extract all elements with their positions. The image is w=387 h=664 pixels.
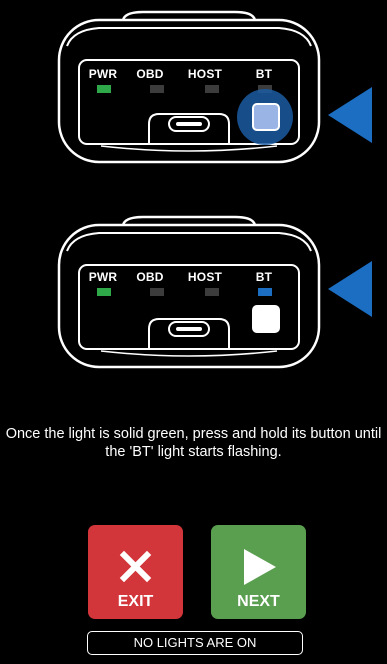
bt-led	[258, 85, 272, 93]
pointer-arrow-icon	[328, 261, 372, 317]
bt-led	[258, 288, 272, 296]
next-button[interactable]: NEXT	[211, 525, 306, 619]
instruction-text: Once the light is solid green, press and…	[5, 426, 382, 460]
no-lights-button[interactable]: NO LIGHTS ARE ON	[87, 631, 303, 655]
obd-led	[150, 288, 164, 296]
bt-label: BT	[255, 270, 273, 284]
next-label: NEXT	[237, 593, 280, 610]
host-led	[205, 288, 219, 296]
device-outline	[57, 215, 321, 369]
pwr-label: PWR	[88, 67, 118, 81]
exit-button[interactable]: EXIT	[88, 525, 183, 619]
pwr-led	[97, 85, 111, 93]
device-illustration-bt-on: PWR OBD HOST BT	[53, 215, 325, 373]
host-label: HOST	[187, 270, 223, 284]
obd-label: OBD	[136, 67, 164, 81]
pwr-led	[97, 288, 111, 296]
obd-label: OBD	[136, 270, 164, 284]
exit-label: EXIT	[117, 593, 154, 610]
host-label: HOST	[187, 67, 223, 81]
pointer-arrow-icon	[328, 87, 372, 143]
bt-label: BT	[255, 67, 273, 81]
host-led	[205, 85, 219, 93]
device-illustration-pressed: PWR OBD HOST BT	[53, 10, 325, 168]
pwr-label: PWR	[88, 270, 118, 284]
bt-button	[252, 305, 280, 333]
device-outline	[57, 10, 321, 164]
obd-led	[150, 85, 164, 93]
